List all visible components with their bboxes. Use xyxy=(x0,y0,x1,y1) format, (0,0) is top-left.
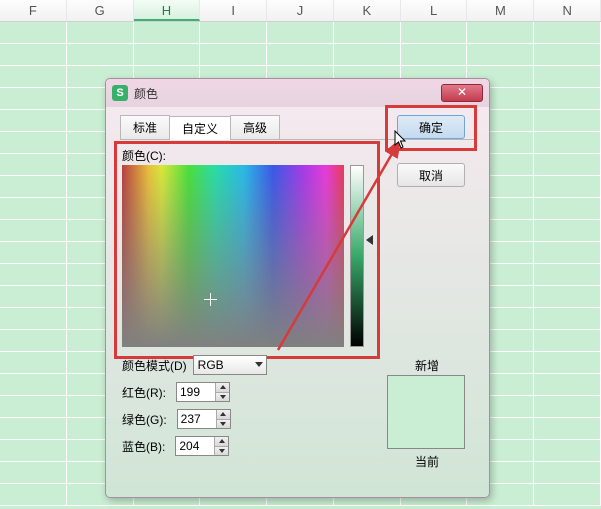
cancel-button[interactable]: 取消 xyxy=(397,163,465,187)
new-label: 新增 xyxy=(415,357,439,374)
color-label: 颜色(C): xyxy=(122,147,166,164)
tab-standard[interactable]: 标准 xyxy=(120,115,170,139)
color-gradient-picker[interactable] xyxy=(122,165,344,347)
red-input[interactable]: 199 xyxy=(176,382,230,402)
red-label: 红色(R): xyxy=(122,384,166,401)
blue-label: 蓝色(B): xyxy=(122,438,165,455)
col-head-g[interactable]: G xyxy=(67,0,134,21)
col-head-i[interactable]: I xyxy=(200,0,267,21)
tab-custom[interactable]: 自定义 xyxy=(169,116,231,140)
col-head-f[interactable]: F xyxy=(0,0,67,21)
col-head-n[interactable]: N xyxy=(534,0,601,21)
titlebar[interactable]: S 颜色 ✕ xyxy=(106,79,489,107)
color-preview xyxy=(387,375,465,449)
red-up-icon[interactable] xyxy=(215,383,229,393)
col-head-m[interactable]: M xyxy=(467,0,534,21)
red-down-icon[interactable] xyxy=(215,393,229,402)
color-dialog: S 颜色 ✕ 标准 自定义 高级 确定 取消 颜色(C): 颜色模式(D) RG… xyxy=(105,78,490,498)
green-label: 绿色(G): xyxy=(122,411,167,428)
mode-label: 颜色模式(D) xyxy=(122,357,187,374)
green-down-icon[interactable] xyxy=(216,420,230,429)
tab-advanced[interactable]: 高级 xyxy=(230,115,280,139)
blue-up-icon[interactable] xyxy=(214,437,228,447)
color-mode-combo[interactable]: RGB xyxy=(193,355,267,375)
app-icon: S xyxy=(112,85,128,101)
crosshair-icon xyxy=(204,293,217,306)
col-head-h[interactable]: H xyxy=(134,0,201,21)
luminance-arrow-icon xyxy=(366,235,373,245)
column-headers: F G H I J K L M N xyxy=(0,0,601,22)
luminance-slider[interactable] xyxy=(350,165,364,347)
dialog-title: 颜色 xyxy=(134,85,158,102)
ok-button[interactable]: 确定 xyxy=(397,115,465,139)
blue-down-icon[interactable] xyxy=(214,447,228,456)
current-label: 当前 xyxy=(415,453,439,470)
col-head-j[interactable]: J xyxy=(267,0,334,21)
blue-input[interactable]: 204 xyxy=(175,436,229,456)
close-button[interactable]: ✕ xyxy=(441,84,483,102)
col-head-k[interactable]: K xyxy=(334,0,401,21)
green-up-icon[interactable] xyxy=(216,410,230,420)
green-input[interactable]: 237 xyxy=(177,409,231,429)
col-head-l[interactable]: L xyxy=(401,0,468,21)
